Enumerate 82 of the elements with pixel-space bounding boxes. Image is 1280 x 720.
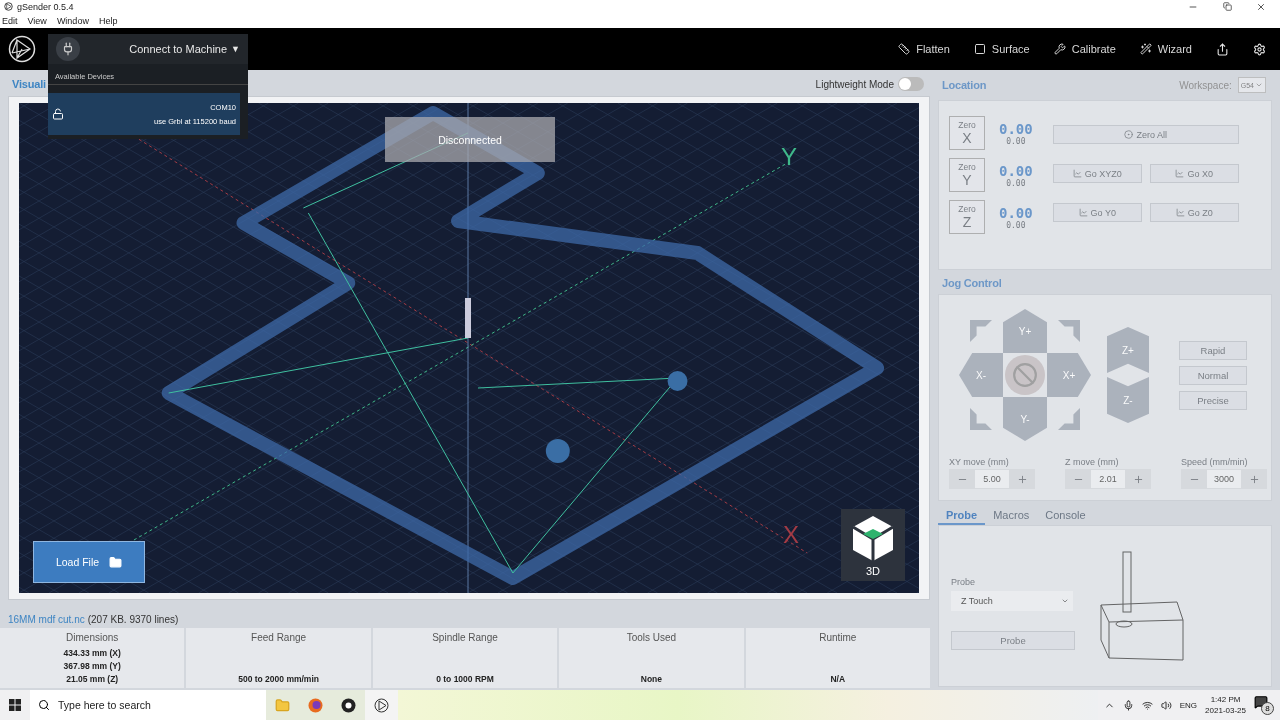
app-logo-icon xyxy=(4,2,13,11)
toolbar-button[interactable]: Wizard xyxy=(1133,43,1198,55)
globe-icon xyxy=(308,697,323,713)
network-icon[interactable] xyxy=(1141,699,1153,711)
menu-item[interactable]: View xyxy=(27,15,47,26)
line-chart-icon xyxy=(1175,208,1185,217)
status-toast: Disconnected xyxy=(385,117,555,162)
target-icon xyxy=(1124,130,1134,139)
square-icon xyxy=(973,43,986,55)
toggle-switch[interactable] xyxy=(898,77,924,91)
settings-icon xyxy=(1253,42,1266,56)
stat-label: Tools Used xyxy=(626,632,677,643)
axis-label: Y xyxy=(781,143,797,171)
axis-value: 0.00 xyxy=(999,162,1033,179)
window-title: gSender 0.5.4 xyxy=(17,1,74,12)
stepper-label: Z move (mm) xyxy=(1065,457,1120,467)
load-file-button[interactable]: Load File xyxy=(33,541,145,583)
share-icon xyxy=(1216,42,1229,56)
line-chart-icon xyxy=(1078,208,1088,217)
line-chart-icon xyxy=(1072,169,1082,178)
wand-icon xyxy=(1139,43,1152,55)
windows-logo-icon xyxy=(9,699,21,711)
ruler-icon xyxy=(898,43,911,55)
app-logo-icon xyxy=(374,697,389,713)
microphone-icon[interactable] xyxy=(1122,699,1134,711)
plug-icon xyxy=(61,42,75,56)
stat-value: 434.33 mm (X) xyxy=(63,648,121,658)
stat-value: 500 to 2000 mm/min xyxy=(238,674,319,684)
plus-icon xyxy=(1248,473,1260,485)
stat-value: 0 to 1000 RPM xyxy=(436,674,494,684)
app-logo-icon xyxy=(8,35,36,63)
stop-icon xyxy=(1012,362,1038,388)
menu-item[interactable]: Help xyxy=(98,15,118,26)
line-chart-icon xyxy=(1175,169,1185,178)
plus-icon xyxy=(1016,473,1028,485)
machine-value: 0.00 xyxy=(1006,220,1026,230)
restore-icon xyxy=(1222,2,1232,11)
stat-value: N/A xyxy=(830,674,846,684)
speaker-icon[interactable] xyxy=(1160,699,1172,711)
search-field[interactable]: Type here to search xyxy=(30,690,266,720)
toolbar-button[interactable]: Flatten xyxy=(892,43,956,55)
toggle-label: Lightweight Mode xyxy=(815,78,894,90)
connect-button[interactable]: Connect to Machine ▼ xyxy=(48,34,248,64)
stat-label: Feed Range xyxy=(251,632,307,643)
machine-value: 0.00 xyxy=(1006,178,1026,188)
stepper-label: Speed (mm/min) xyxy=(1181,457,1249,467)
stat-label: Spindle Range xyxy=(432,632,498,643)
field-label: Probe xyxy=(951,576,977,587)
clock[interactable]: 1:42 PM 2021-03-25 xyxy=(1205,695,1246,715)
file-info: (207 KB. 9370 lines) xyxy=(87,614,179,625)
axis-label: X xyxy=(783,521,799,549)
chevron-down-icon xyxy=(1255,81,1263,89)
view-button[interactable]: 3D xyxy=(841,509,905,581)
file-link[interactable]: 16MM mdf cut.nc xyxy=(8,614,85,625)
plus-icon xyxy=(1132,473,1144,485)
axis-value: 0.00 xyxy=(999,204,1033,221)
folder-icon xyxy=(109,555,123,569)
machine-value: 0.00 xyxy=(1006,136,1026,146)
section-title: Location xyxy=(942,79,987,91)
unlock-icon xyxy=(52,108,64,120)
search-icon xyxy=(38,699,50,711)
notifications-button[interactable]: 8 xyxy=(1254,695,1274,715)
stat-label: Dimensions xyxy=(66,632,119,643)
menu-item[interactable]: Window xyxy=(56,15,89,26)
section-title: Visuali xyxy=(12,78,46,90)
menu-item[interactable]: Edit xyxy=(2,15,18,26)
stat-value: 21.05 mm (Z) xyxy=(66,674,119,684)
language-indicator[interactable]: ENG xyxy=(1179,700,1198,710)
section-title: Jog Control xyxy=(942,277,1002,289)
record-icon xyxy=(341,697,356,713)
stat-value: None xyxy=(640,674,662,684)
axis-value: 0.00 xyxy=(999,120,1033,137)
stat-label: Runtime xyxy=(819,632,857,643)
folder-icon xyxy=(275,697,290,713)
workspace-label: Workspace: xyxy=(1179,79,1232,91)
stat-value: 367.98 mm (Y) xyxy=(63,661,121,671)
toolbar-button[interactable]: Surface xyxy=(967,43,1036,55)
gsender-app-icon[interactable] xyxy=(365,690,398,720)
wrench-icon xyxy=(1053,43,1066,55)
close-icon xyxy=(1256,1,1266,12)
toolbar-button[interactable]: Calibrate xyxy=(1047,43,1122,55)
stepper-label: XY move (mm) xyxy=(949,457,1010,467)
